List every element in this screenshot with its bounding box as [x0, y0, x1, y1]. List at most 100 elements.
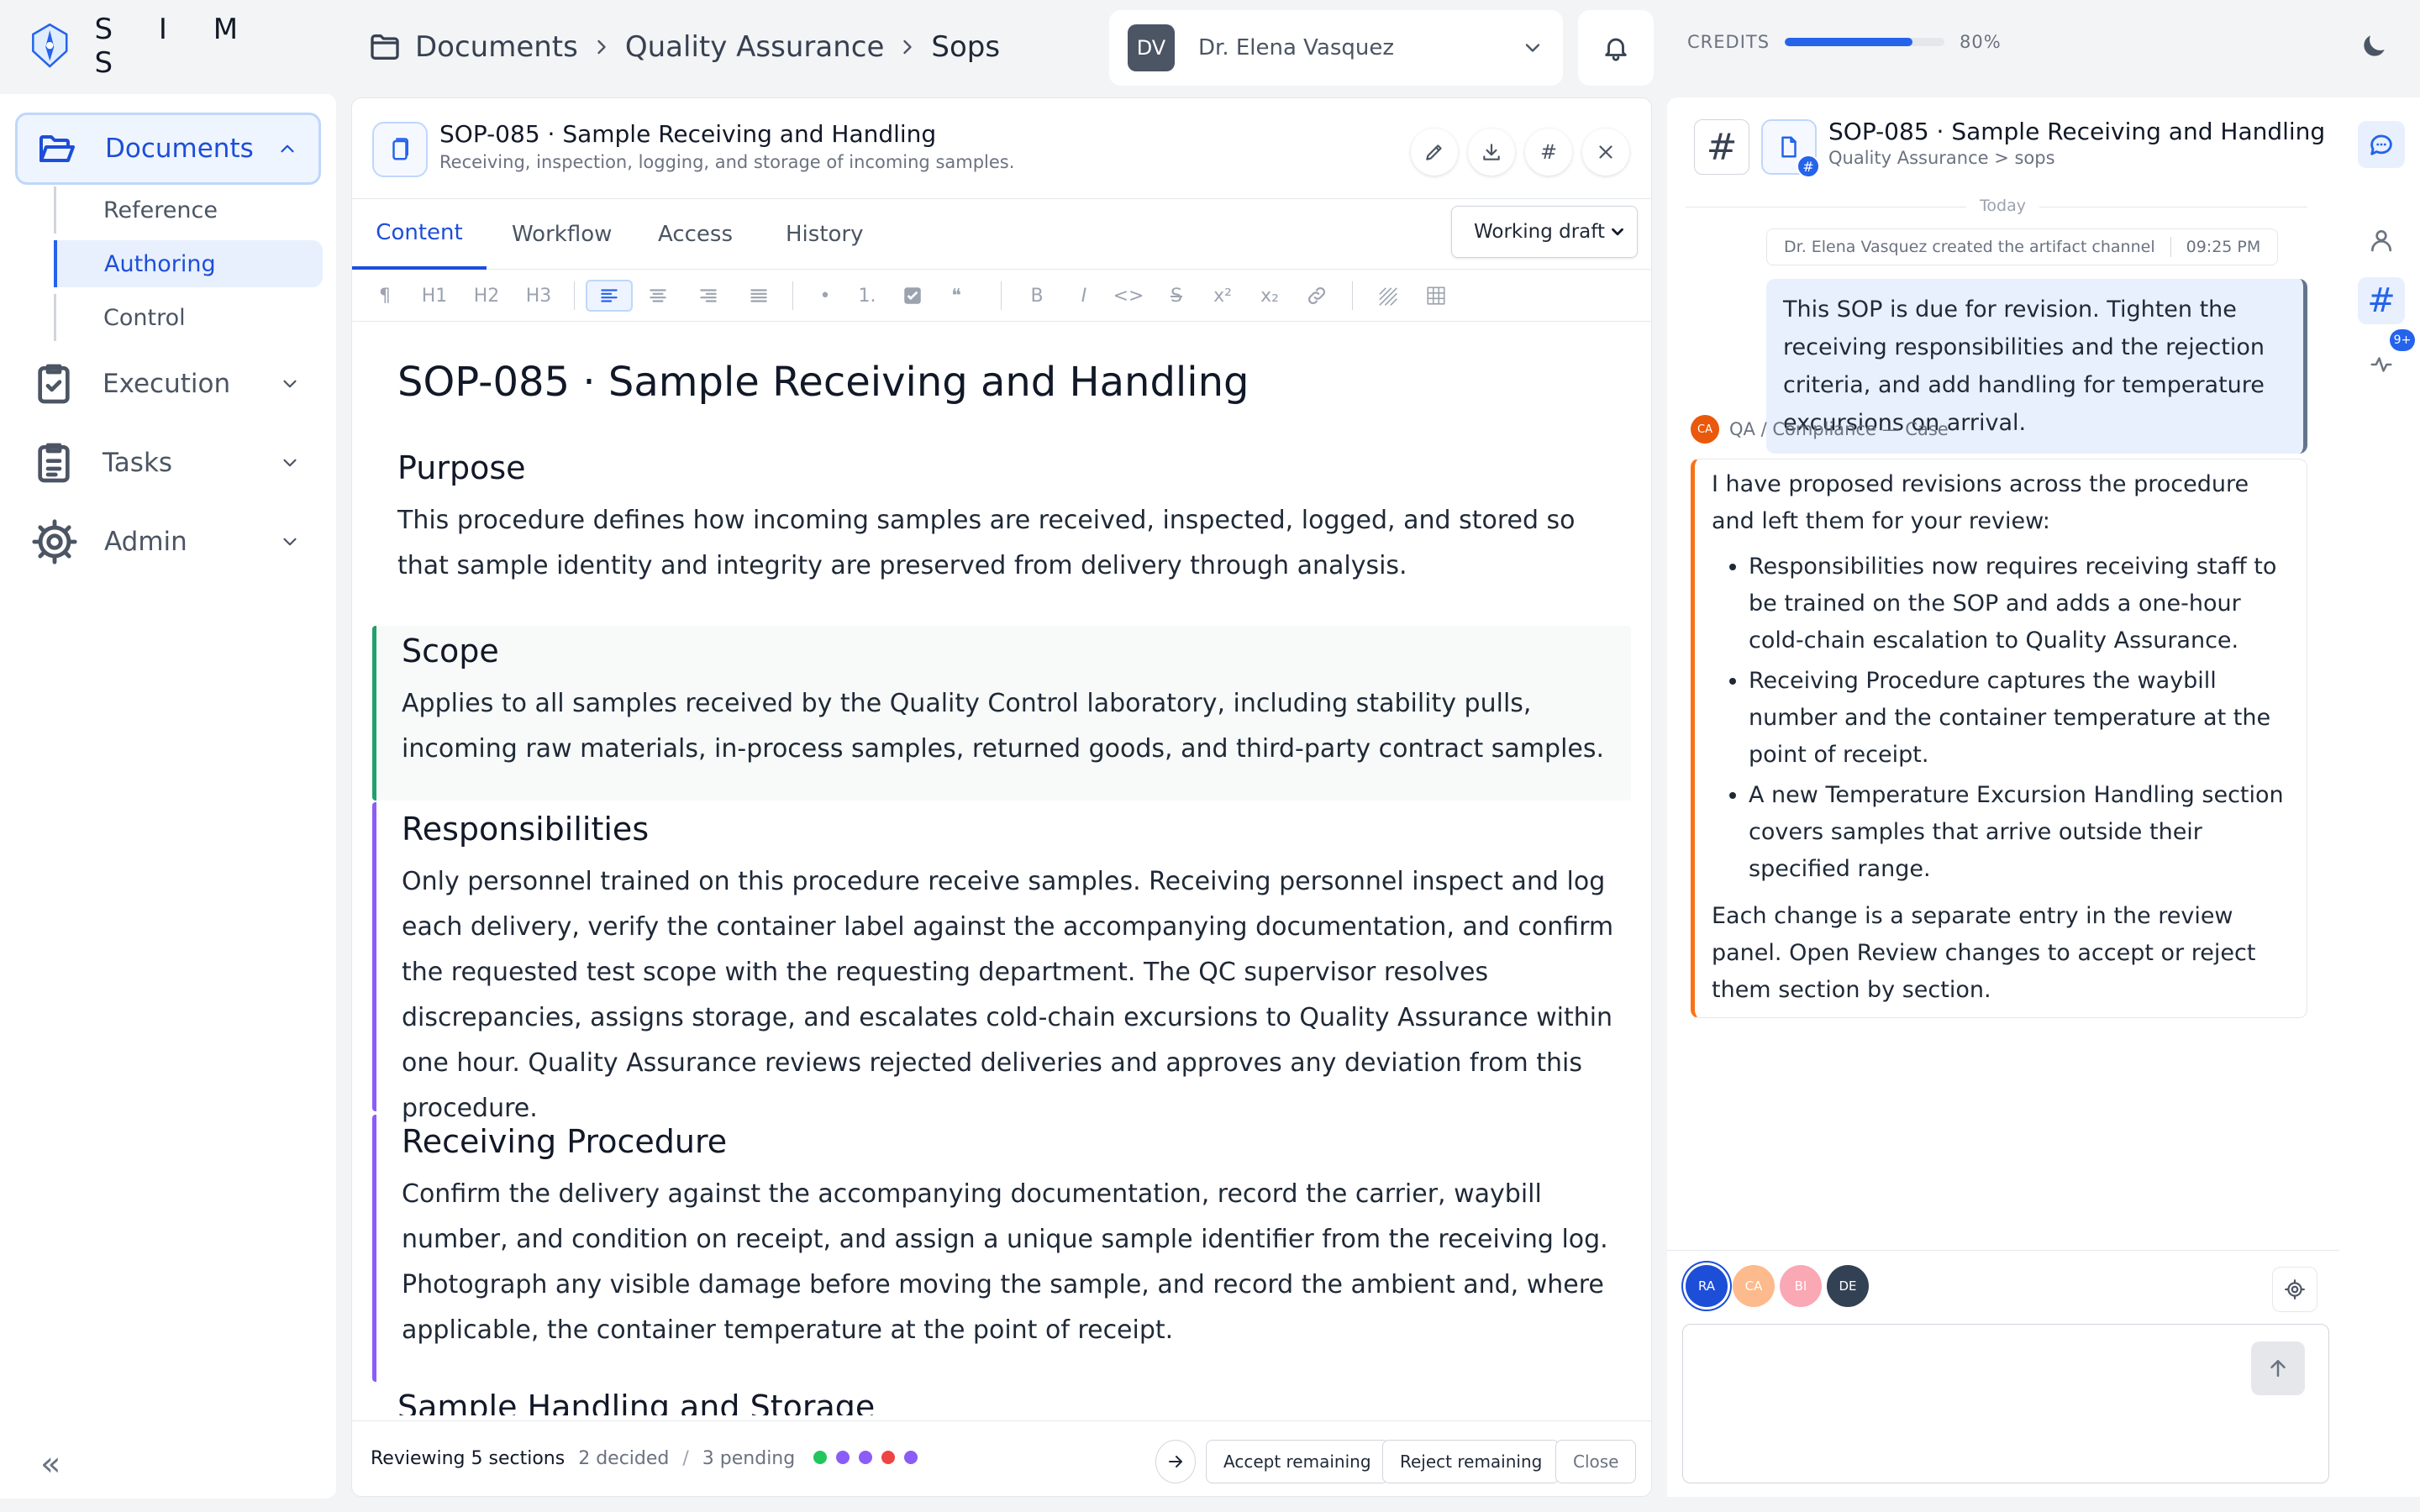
document-body[interactable]: SOP-085 · Sample Receiving and Handling …: [352, 323, 1651, 1415]
members-button[interactable]: [2358, 217, 2405, 264]
chat-bubble-icon: [2370, 134, 2392, 155]
participant-avatar[interactable]: CA: [1733, 1265, 1775, 1307]
channel-hash-icon[interactable]: #: [1694, 119, 1749, 175]
document-subtitle: Receiving, inspection, logging, and stor…: [439, 152, 1015, 172]
italic-button[interactable]: I: [1071, 280, 1097, 312]
numbered-list-button[interactable]: 1.: [855, 280, 880, 312]
close-document-button[interactable]: [1582, 129, 1629, 176]
hash-icon: #: [1539, 140, 1558, 164]
app-logo[interactable]: S I M S: [30, 13, 282, 80]
download-button[interactable]: [1468, 129, 1515, 176]
activity-button[interactable]: [2358, 341, 2405, 388]
strikethrough-button[interactable]: S: [1164, 280, 1189, 312]
participant-avatar[interactable]: RA: [1686, 1265, 1728, 1307]
section-scope[interactable]: Scope Applies to all samples received by…: [372, 626, 1631, 801]
close-review-button[interactable]: Close: [1555, 1440, 1637, 1483]
moon-icon: [2364, 35, 2385, 56]
version-select-value: Working draft: [1474, 221, 1605, 243]
linked-document-icon[interactable]: #: [1761, 119, 1820, 178]
sidebar-subitem-control[interactable]: Control: [54, 294, 323, 341]
agent-message: I have proposed revisions across the pro…: [1691, 459, 2307, 1018]
paragraph-button[interactable]: ¶: [372, 280, 397, 312]
review-decided: 2 decided: [578, 1448, 670, 1469]
edit-button[interactable]: [1411, 129, 1458, 176]
participant-avatar[interactable]: BI: [1780, 1265, 1822, 1307]
chevron-down-icon: [283, 538, 297, 546]
document-heading: SOP-085 · Sample Receiving and Handling: [397, 359, 1249, 406]
table-button[interactable]: [1419, 280, 1453, 312]
gear-icon: [32, 519, 77, 564]
agent-header: CA QA / Compliance — Case: [1691, 415, 1949, 444]
system-message-time: 09:25 PM: [2186, 238, 2261, 256]
sidebar-item-label: Admin: [104, 527, 187, 557]
divider: [1667, 1250, 2339, 1251]
section-sample-handling: Sample Handling and Storage: [372, 1389, 1631, 1415]
breadcrumb-quality-assurance[interactable]: Quality Assurance: [625, 30, 885, 64]
reject-remaining-button[interactable]: Reject remaining: [1382, 1440, 1560, 1483]
clear-format-button[interactable]: [1370, 280, 1404, 312]
sidebar-item-admin[interactable]: Admin: [15, 506, 321, 578]
align-left-icon: [601, 289, 618, 302]
toolbar-divider: [1001, 281, 1002, 310]
checklist-button[interactable]: [898, 280, 927, 312]
channel-button[interactable]: #: [1525, 129, 1572, 176]
section-body: This procedure defines how incoming samp…: [397, 506, 1576, 580]
section-responsibilities[interactable]: Responsibilities Only personnel trained …: [372, 802, 1631, 1123]
chevron-right-icon: [597, 39, 606, 55]
checkbox-icon: [904, 287, 921, 304]
heading1-button[interactable]: H1: [418, 280, 451, 312]
breadcrumb-documents[interactable]: Documents: [415, 30, 578, 64]
sidebar-subitem-reference[interactable]: Reference: [54, 186, 323, 234]
superscript-button[interactable]: x²: [1206, 280, 1239, 312]
send-button[interactable]: [2251, 1341, 2305, 1395]
code-button[interactable]: <>: [1112, 280, 1145, 312]
align-center-button[interactable]: [641, 280, 675, 312]
next-change-button[interactable]: [1155, 1440, 1196, 1483]
justify-button[interactable]: [742, 280, 776, 312]
review-bar: Reviewing 5 sections 2 decided / 3 pendi…: [352, 1420, 1651, 1496]
sidebar-subitem-authoring[interactable]: Authoring: [54, 240, 323, 287]
channel-settings-button[interactable]: [2272, 1267, 2317, 1312]
agent-outro: Each change is a separate entry in the r…: [1712, 903, 2256, 1003]
tab-history[interactable]: History: [786, 199, 864, 270]
collapse-sidebar-icon[interactable]: «: [40, 1445, 60, 1483]
list-item: Responsibilities now requires receiving …: [1749, 549, 2290, 659]
sidebar-item-documents[interactable]: Documents: [15, 113, 321, 185]
version-select[interactable]: Working draft: [1451, 206, 1638, 258]
subscript-button[interactable]: x₂: [1253, 280, 1286, 312]
tab-workflow[interactable]: Workflow: [512, 199, 612, 270]
bullet-list-button[interactable]: •: [813, 280, 838, 312]
participant-avatar[interactable]: DE: [1827, 1265, 1869, 1307]
heading3-button[interactable]: H3: [522, 280, 555, 312]
credits-percent: 80%: [1960, 32, 2002, 52]
channels-button[interactable]: #: [2358, 277, 2405, 324]
align-right-button[interactable]: [692, 280, 725, 312]
link-button[interactable]: [1300, 280, 1334, 312]
folder-icon: [371, 34, 399, 60]
chat-button[interactable]: [2358, 121, 2405, 168]
breadcrumb-sops[interactable]: Sops: [931, 30, 1000, 64]
accept-remaining-button[interactable]: Accept remaining: [1206, 1440, 1389, 1483]
folder-open-icon: [39, 135, 75, 162]
section-receiving-procedure[interactable]: Receiving Procedure Confirm the delivery…: [372, 1115, 1631, 1382]
tab-access[interactable]: Access: [658, 199, 733, 270]
credits-meter: CREDITS 80%: [1687, 32, 2002, 52]
tab-content[interactable]: Content: [352, 199, 487, 270]
sidebar-item-tasks[interactable]: Tasks: [15, 427, 321, 499]
theme-toggle[interactable]: [2358, 30, 2390, 62]
notifications-button[interactable]: [1578, 10, 1654, 86]
message-composer[interactable]: [1682, 1324, 2329, 1483]
hash-icon: #: [2367, 281, 2396, 320]
sidebar-item-execution[interactable]: Execution: [15, 348, 321, 420]
bold-button[interactable]: B: [1024, 280, 1050, 312]
subitem-label: Reference: [103, 197, 218, 223]
agent-avatar: CA: [1691, 415, 1719, 444]
list-item: Receiving Procedure captures the waybill…: [1749, 663, 2290, 774]
agent-name: QA / Compliance — Case: [1729, 419, 1949, 439]
heading2-button[interactable]: H2: [470, 280, 503, 312]
align-left-button[interactable]: [586, 280, 633, 312]
quote-button[interactable]: ❝: [944, 280, 969, 312]
section-purpose: Purpose This procedure defines how incom…: [372, 449, 1631, 589]
user-switcher[interactable]: DV Dr. Elena Vasquez: [1109, 10, 1563, 86]
align-justify-icon: [750, 289, 767, 302]
